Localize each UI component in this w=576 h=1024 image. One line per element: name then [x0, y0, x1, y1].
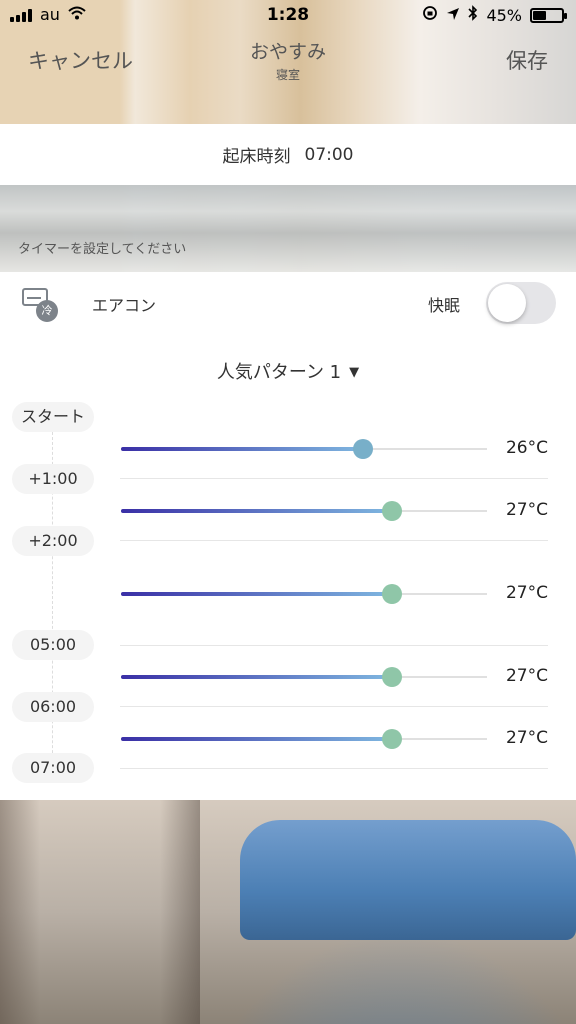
wake-time-value: 07:00	[304, 144, 354, 165]
slider-thumb[interactable]	[381, 729, 402, 749]
page-title: おやすみ 寝室	[0, 37, 576, 83]
temperature-slider[interactable]	[121, 667, 487, 687]
time-label[interactable]: 07:00	[12, 753, 94, 783]
time-label[interactable]: +2:00	[12, 526, 94, 556]
status-right: 45%	[422, 5, 567, 25]
pattern-selector[interactable]: 人気パターン 1 ▼	[0, 358, 576, 384]
toggle-knob	[488, 284, 526, 322]
device-label: エアコン	[92, 296, 157, 315]
temperature-value: 27°C	[505, 666, 548, 686]
save-button[interactable]: 保存	[506, 45, 548, 75]
battery-percent: 45%	[486, 5, 522, 25]
sleep-mode-label: 快眠	[428, 296, 461, 315]
timer-hint: タイマーを設定してください	[18, 242, 187, 257]
triangle-down-icon: ▼	[349, 365, 360, 380]
battery-icon	[530, 7, 567, 23]
temperature-slider[interactable]	[121, 729, 487, 749]
temperature-slider[interactable]	[121, 584, 487, 604]
row-divider	[120, 478, 548, 479]
row-divider	[120, 645, 548, 646]
temperature-value: 27°C	[505, 583, 548, 603]
status-bar: au 1:28 45%	[0, 0, 576, 30]
nav-bar: キャンセル おやすみ 寝室 保存	[0, 30, 576, 124]
slider-fill	[121, 675, 392, 679]
cool-mode-badge: 冷	[36, 300, 58, 322]
sleep-mode-toggle[interactable]	[486, 282, 556, 324]
slider-thumb[interactable]	[381, 584, 402, 604]
battery-fill	[533, 10, 546, 20]
row-divider	[120, 540, 548, 541]
row-divider	[120, 706, 548, 707]
device-row: 冷 エアコン 快眠	[0, 272, 576, 334]
temperature-value: 27°C	[505, 500, 548, 520]
row-divider	[120, 768, 548, 769]
slider-thumb[interactable]	[381, 667, 402, 687]
slider-fill	[121, 737, 392, 741]
slider-fill	[121, 509, 392, 513]
title-text: おやすみ	[249, 41, 326, 63]
temperature-value: 26°C	[505, 438, 548, 458]
pattern-label: 人気パターン 1	[216, 362, 342, 383]
background-bottom-photo	[0, 800, 576, 1024]
temperature-slider[interactable]	[121, 439, 487, 459]
air-conditioner-icon: 冷	[22, 286, 58, 322]
subtitle-text: 寝室	[275, 68, 300, 82]
time-label[interactable]: 05:00	[12, 630, 94, 660]
bluetooth-icon	[468, 5, 478, 25]
schedule-panel: 冷 エアコン 快眠 人気パターン 1 ▼ スタート +1:00 +2:00 05:00 0…	[0, 272, 576, 800]
orientation-lock-icon	[422, 5, 438, 25]
time-label[interactable]: +1:00	[12, 464, 94, 494]
temperature-value: 27°C	[505, 728, 548, 748]
temperature-slider[interactable]	[121, 501, 487, 521]
slider-fill	[121, 447, 363, 451]
wake-time-row[interactable]: 起床時刻 07:00	[0, 124, 576, 185]
wake-time-label: 起床時刻	[222, 147, 291, 167]
slider-thumb[interactable]	[381, 501, 402, 521]
location-arrow-icon	[446, 6, 460, 25]
slider-fill	[121, 592, 392, 596]
time-label[interactable]: 06:00	[12, 692, 94, 722]
slider-thumb[interactable]	[352, 439, 373, 459]
time-label[interactable]: スタート	[12, 402, 94, 432]
